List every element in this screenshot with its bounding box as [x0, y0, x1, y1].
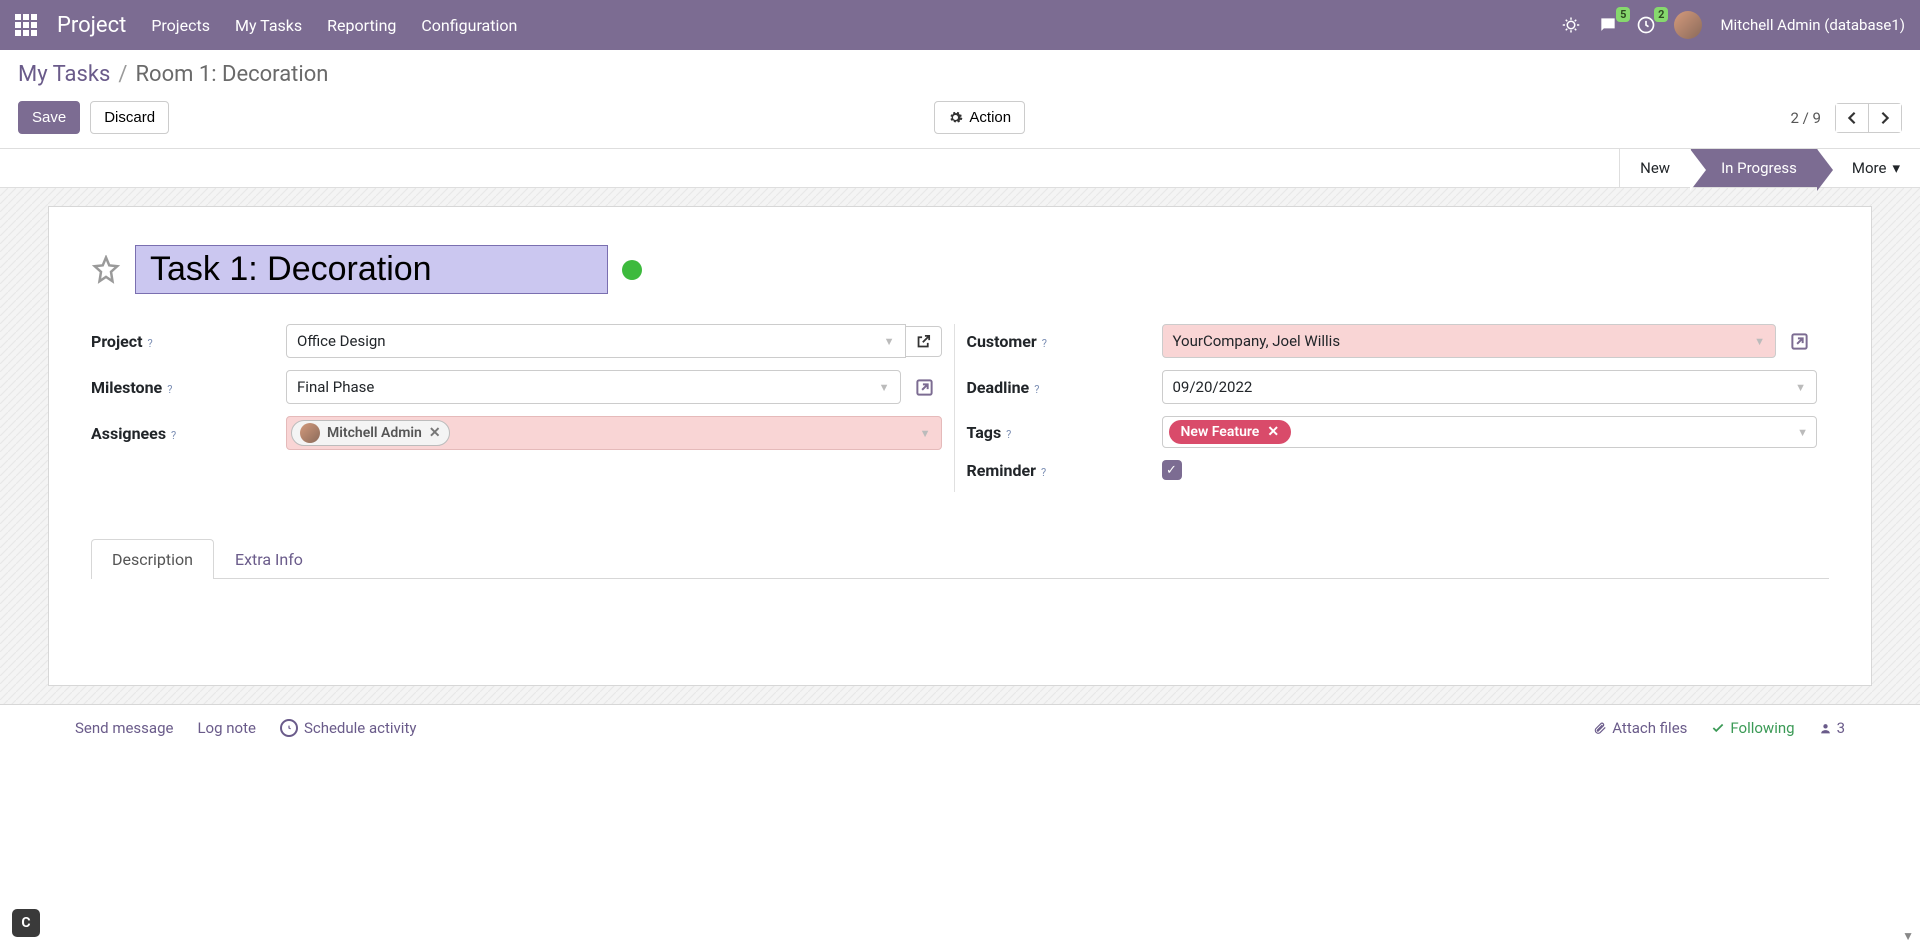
schedule-activity-link[interactable]: Schedule activity	[280, 719, 417, 737]
breadcrumb: My Tasks / Room 1: Decoration	[18, 62, 1902, 87]
assignee-chip: Mitchell Admin ✕	[291, 420, 450, 446]
form-grid: Project? Office Design ▼ Milestone?	[91, 324, 1829, 492]
caret-down-icon: ▼	[1797, 426, 1808, 439]
activities-badge: 2	[1654, 7, 1668, 22]
left-column: Project? Office Design ▼ Milestone?	[91, 324, 954, 492]
task-title-input[interactable]	[135, 245, 608, 294]
apps-icon[interactable]	[15, 14, 37, 36]
breadcrumb-parent[interactable]: My Tasks	[18, 62, 110, 87]
right-column: Customer? YourCompany, Joel Willis ▼ Dea…	[954, 324, 1830, 492]
tag-pill: New Feature ✕	[1169, 420, 1292, 444]
breadcrumb-current: Room 1: Decoration	[135, 62, 328, 87]
nav-right: 5 2 Mitchell Admin (database1)	[1562, 11, 1905, 39]
messages-badge: 5	[1616, 7, 1630, 22]
check-icon	[1711, 721, 1725, 735]
user-icon	[1819, 722, 1832, 735]
app-brand[interactable]: Project	[57, 13, 126, 38]
status-bar: New In Progress More ▾	[0, 148, 1920, 188]
pager-prev[interactable]	[1836, 104, 1869, 132]
caret-down-icon: ▼	[1754, 335, 1765, 348]
send-message-link[interactable]: Send message	[75, 719, 173, 737]
top-nav: Project Projects My Tasks Reporting Conf…	[0, 0, 1920, 50]
notebook-tabs: Description Extra Info	[91, 538, 1829, 579]
bug-icon[interactable]	[1562, 16, 1580, 34]
tab-description[interactable]: Description	[91, 539, 214, 579]
log-note-link[interactable]: Log note	[197, 719, 255, 737]
customer-label: Customer?	[967, 332, 1162, 351]
customer-input[interactable]: YourCompany, Joel Willis ▼	[1162, 324, 1777, 358]
priority-star-icon[interactable]	[91, 255, 121, 285]
discard-button[interactable]: Discard	[90, 101, 169, 134]
sheet-background: Project? Office Design ▼ Milestone?	[0, 188, 1920, 704]
assignees-field-row: Assignees? Mitchell Admin ✕ ▼	[91, 416, 942, 450]
button-row: Save Discard Action 2 / 9	[18, 101, 1902, 148]
customer-field-row: Customer? YourCompany, Joel Willis ▼	[967, 324, 1818, 358]
attach-files-link[interactable]: Attach files	[1593, 719, 1687, 737]
form-sheet: Project? Office Design ▼ Milestone?	[48, 206, 1872, 686]
remove-tag-icon[interactable]: ✕	[1267, 424, 1279, 440]
milestone-input[interactable]: Final Phase ▼	[286, 370, 901, 404]
user-label[interactable]: Mitchell Admin (database1)	[1720, 16, 1905, 34]
milestone-label: Milestone?	[91, 378, 286, 397]
control-panel: My Tasks / Room 1: Decoration Save Disca…	[0, 50, 1920, 148]
milestone-external-link[interactable]	[907, 373, 942, 402]
scroll-down-icon: ▼	[1902, 929, 1914, 943]
caret-down-icon: ▾	[1892, 159, 1900, 177]
assignees-input[interactable]: Mitchell Admin ✕ ▼	[286, 416, 942, 450]
pager-next[interactable]	[1869, 104, 1901, 132]
nav-links: Projects My Tasks Reporting Configuratio…	[151, 16, 517, 35]
avatar[interactable]	[1674, 11, 1702, 39]
status-in-progress[interactable]: In Progress	[1690, 149, 1817, 187]
pager-text: 2 / 9	[1791, 109, 1822, 127]
assignees-label: Assignees?	[91, 424, 286, 443]
gear-icon	[948, 110, 963, 125]
caret-down-icon: ▼	[1795, 381, 1806, 394]
nav-configuration[interactable]: Configuration	[421, 16, 517, 35]
tags-label: Tags?	[967, 423, 1162, 442]
chatter-bar: Send message Log note Schedule activity …	[0, 704, 1920, 751]
deadline-label: Deadline?	[967, 378, 1162, 397]
activities-icon[interactable]: 2	[1636, 15, 1656, 35]
save-button[interactable]: Save	[18, 101, 80, 134]
project-external-link[interactable]	[906, 326, 942, 357]
clock-icon	[280, 719, 298, 737]
tags-input[interactable]: New Feature ✕ ▼	[1162, 416, 1818, 448]
nav-my-tasks[interactable]: My Tasks	[235, 16, 302, 35]
nav-projects[interactable]: Projects	[151, 16, 210, 35]
milestone-field-row: Milestone? Final Phase ▼	[91, 370, 942, 404]
messages-icon[interactable]: 5	[1598, 15, 1618, 35]
nav-reporting[interactable]: Reporting	[327, 16, 396, 35]
remove-assignee-icon[interactable]: ✕	[429, 425, 441, 441]
following-button[interactable]: Following	[1711, 719, 1794, 737]
tab-extra-info[interactable]: Extra Info	[214, 539, 324, 579]
title-row	[91, 245, 1829, 294]
breadcrumb-sep: /	[118, 62, 127, 87]
caret-down-icon: ▼	[884, 335, 895, 348]
action-dropdown[interactable]: Action	[934, 101, 1025, 134]
avatar-icon	[300, 423, 320, 443]
reminder-checkbox[interactable]: ✓	[1162, 460, 1182, 480]
kanban-state-icon[interactable]	[622, 260, 642, 280]
caret-down-icon: ▼	[879, 381, 890, 394]
tags-field-row: Tags? New Feature ✕ ▼	[967, 416, 1818, 448]
status-new[interactable]: New	[1619, 149, 1690, 187]
project-input[interactable]: Office Design ▼	[286, 324, 906, 358]
deadline-input[interactable]: 09/20/2022 ▼	[1162, 370, 1818, 404]
reminder-field-row: Reminder? ✓	[967, 460, 1818, 480]
customer-external-link[interactable]	[1782, 327, 1817, 356]
corner-widget-icon[interactable]: C	[12, 909, 40, 937]
project-label: Project?	[91, 332, 286, 351]
caret-down-icon: ▼	[920, 427, 931, 440]
followers-count[interactable]: 3	[1819, 719, 1845, 737]
deadline-field-row: Deadline? 09/20/2022 ▼	[967, 370, 1818, 404]
paperclip-icon	[1593, 721, 1607, 735]
reminder-label: Reminder?	[967, 461, 1162, 480]
project-field-row: Project? Office Design ▼	[91, 324, 942, 358]
pager: 2 / 9	[1791, 103, 1903, 133]
